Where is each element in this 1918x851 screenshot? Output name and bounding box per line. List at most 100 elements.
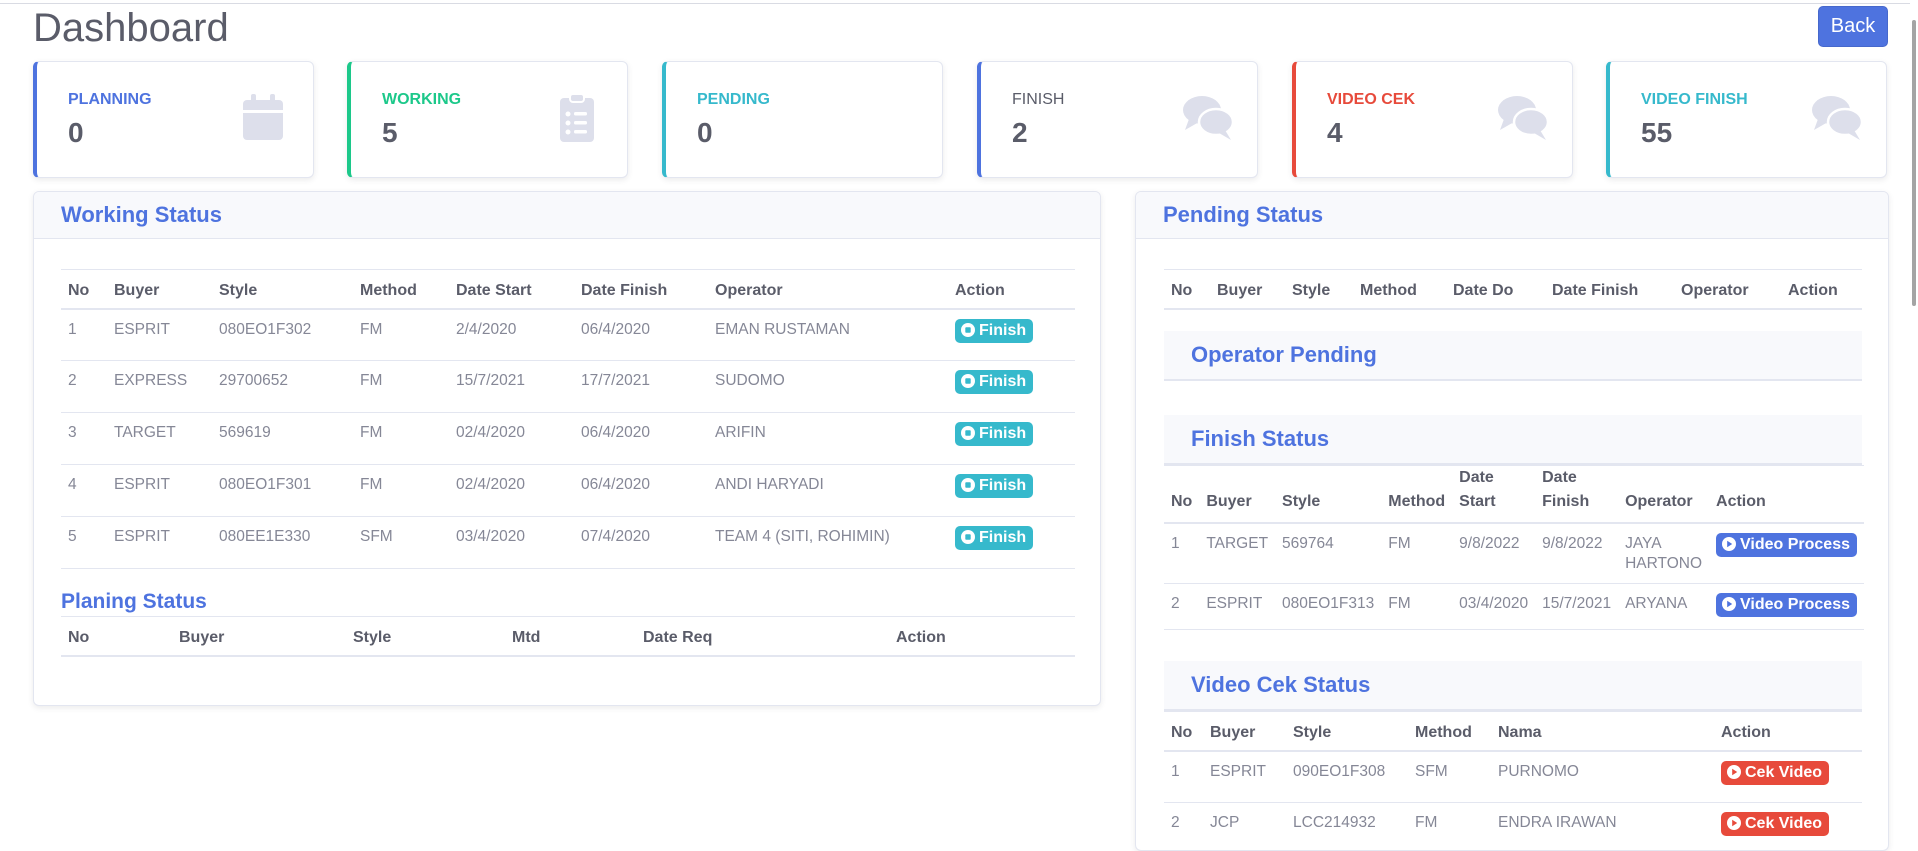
- table-cell: 1: [1164, 751, 1203, 803]
- working-status-title: Working Status: [61, 202, 222, 228]
- column-header: Method: [1408, 712, 1491, 751]
- column-header: Buyer: [1203, 712, 1286, 751]
- table-cell: Cek Video: [1714, 803, 1862, 851]
- stat-value: 4: [1327, 117, 1343, 149]
- button-label: Finish: [979, 477, 1026, 494]
- table-cell: ESPRIT: [1203, 751, 1286, 803]
- table-cell: 06/4/2020: [574, 413, 708, 465]
- button-label: Cek Video: [1745, 815, 1822, 832]
- column-header: Date Finish: [1535, 466, 1618, 524]
- stop-circle-icon: [961, 478, 975, 492]
- table-header-row: No Buyer Style Method Date Start Date Fi…: [61, 270, 1075, 309]
- table-cell: ARYANA: [1618, 583, 1709, 629]
- table-cell: 090EO1F308: [1286, 751, 1408, 803]
- table-cell: Finish: [948, 361, 1075, 413]
- top-border: [0, 3, 1918, 4]
- table-cell: 03/4/2020: [1452, 583, 1535, 629]
- cek-video-button[interactable]: Cek Video: [1721, 761, 1829, 785]
- table-cell: TARGET: [107, 413, 212, 465]
- stop-circle-icon: [961, 530, 975, 544]
- table-cell: SFM: [1408, 751, 1491, 803]
- stat-card-pending: PENDING 0: [662, 61, 943, 178]
- working-status-card: Working Status No Buyer Style Method Dat…: [33, 191, 1101, 706]
- column-header: No: [1164, 270, 1210, 309]
- table-cell: 080EO1F302: [212, 309, 353, 361]
- table-cell: 02/4/2020: [449, 465, 574, 517]
- table-cell: FM: [353, 465, 449, 517]
- table-cell: 1: [1164, 523, 1199, 583]
- stat-card-working: WORKING 5: [347, 61, 628, 178]
- table-cell: Finish: [948, 413, 1075, 465]
- video-process-button[interactable]: Video Process: [1716, 593, 1857, 617]
- column-header: No: [1164, 712, 1203, 751]
- table-cell: FM: [1381, 523, 1452, 583]
- stat-value: 5: [382, 117, 398, 149]
- column-header: Mtd: [505, 617, 636, 656]
- table-cell: 2/4/2020: [449, 309, 574, 361]
- finish-status-table: No Buyer Style Method Date Start Date Fi…: [1164, 465, 1864, 630]
- finish-button[interactable]: Finish: [955, 422, 1033, 446]
- column-header: No: [61, 270, 107, 309]
- finish-button[interactable]: Finish: [955, 319, 1033, 343]
- stat-label: WORKING: [382, 91, 461, 109]
- table-cell: 17/7/2021: [574, 361, 708, 413]
- operator-pending-title: Operator Pending: [1191, 342, 1377, 368]
- column-header: Style: [346, 617, 505, 656]
- video-process-button[interactable]: Video Process: [1716, 533, 1857, 557]
- play-circle-icon: [1722, 537, 1736, 551]
- finish-button[interactable]: Finish: [955, 370, 1033, 394]
- clipboard-list-icon: [551, 92, 605, 144]
- table-row: 5ESPRIT080EE1E330SFM03/4/202007/4/2020TE…: [61, 517, 1075, 569]
- button-label: Finish: [979, 425, 1026, 442]
- table-cell: 06/4/2020: [574, 309, 708, 361]
- stat-value: 55: [1641, 117, 1672, 149]
- column-header: Date Req: [636, 617, 889, 656]
- table-cell: ANDI HARYADI: [708, 465, 948, 517]
- table-cell: Finish: [948, 465, 1075, 517]
- table-cell: LCC214932: [1286, 803, 1408, 851]
- video-cek-status-table: No Buyer Style Method Nama Action 1ESPRI…: [1164, 711, 1862, 851]
- column-header: No: [1164, 466, 1199, 524]
- table-cell: 2: [61, 361, 107, 413]
- finish-status-title: Finish Status: [1191, 426, 1329, 452]
- table-cell: FM: [353, 413, 449, 465]
- pending-status-title: Pending Status: [1163, 202, 1323, 228]
- finish-button[interactable]: Finish: [955, 474, 1033, 498]
- table-row: 1ESPRIT080EO1F302FM2/4/202006/4/2020EMAN…: [61, 309, 1075, 361]
- play-circle-icon: [1722, 597, 1736, 611]
- table-cell: SFM: [353, 517, 449, 569]
- play-circle-icon: [1727, 816, 1741, 830]
- column-header: Buyer: [107, 270, 212, 309]
- pending-status-card: Pending Status No Buyer Style Method Dat…: [1135, 191, 1889, 851]
- table-cell: Video Process: [1709, 583, 1864, 629]
- table-header-row: No Buyer Style Method Date Start Date Fi…: [1164, 466, 1864, 524]
- stat-value: 0: [697, 117, 713, 149]
- table-cell: 29700652: [212, 361, 353, 413]
- table-row: 2JCPLCC214932FMENDRA IRAWANCek Video: [1164, 803, 1862, 851]
- column-header: No: [61, 617, 172, 656]
- stat-label: PLANNING: [68, 91, 152, 109]
- stop-circle-icon: [961, 426, 975, 440]
- table-header-row: No Buyer Style Mtd Date Req Action: [61, 617, 1075, 656]
- scrollbar-thumb[interactable]: [1912, 20, 1916, 306]
- button-label: Video Process: [1740, 536, 1850, 553]
- table-cell: 3: [61, 413, 107, 465]
- column-header: Action: [1781, 270, 1862, 309]
- table-row: 1TARGET569764FM9/8/20229/8/2022JAYA HART…: [1164, 523, 1864, 583]
- stat-card-planning: PLANNING 0: [33, 61, 314, 178]
- cek-video-button[interactable]: Cek Video: [1721, 812, 1829, 836]
- table-header-row: No Buyer Style Method Nama Action: [1164, 712, 1862, 751]
- table-cell: ESPRIT: [107, 517, 212, 569]
- play-circle-icon: [1727, 765, 1741, 779]
- column-header: Operator: [708, 270, 948, 309]
- table-cell: 569619: [212, 413, 353, 465]
- stat-card-video-finish: VIDEO FINISH 55: [1606, 61, 1887, 178]
- table-cell: 15/7/2021: [449, 361, 574, 413]
- table-row: 1ESPRIT090EO1F308SFMPURNOMOCek Video: [1164, 751, 1862, 803]
- table-cell: 080EO1F301: [212, 465, 353, 517]
- table-cell: 9/8/2022: [1535, 523, 1618, 583]
- finish-button[interactable]: Finish: [955, 526, 1033, 550]
- back-button[interactable]: Back: [1818, 6, 1888, 47]
- stat-label: PENDING: [697, 91, 770, 109]
- table-cell: EXPRESS: [107, 361, 212, 413]
